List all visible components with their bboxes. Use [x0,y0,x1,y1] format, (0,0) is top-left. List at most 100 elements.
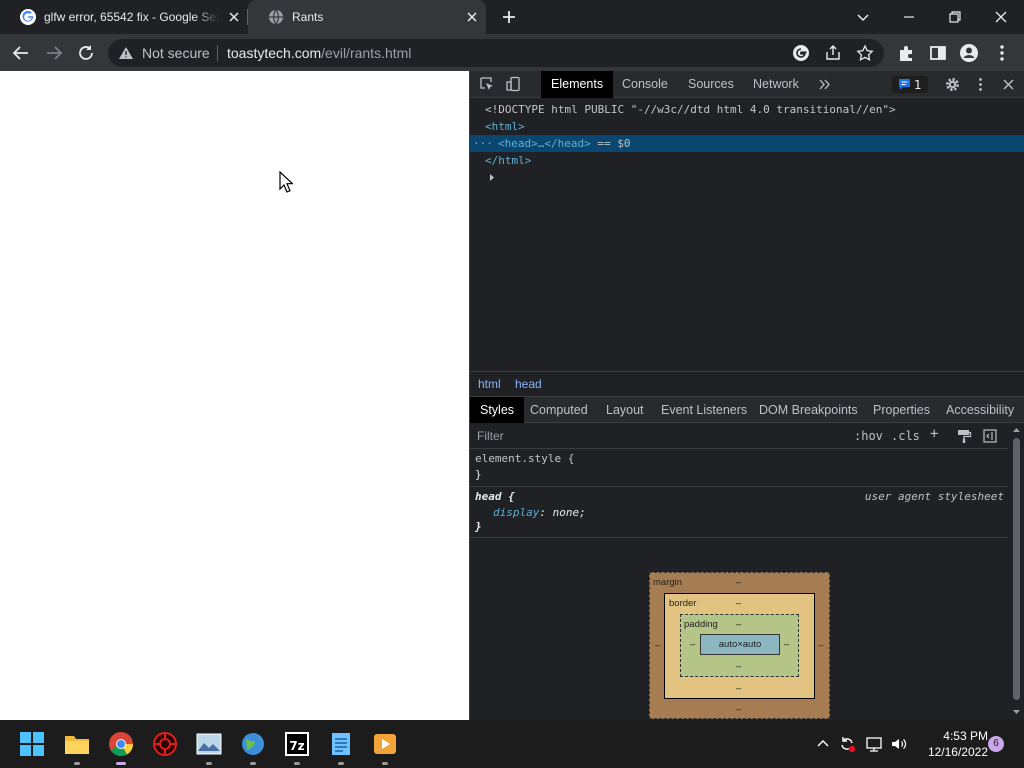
margin-left-value[interactable]: – [655,640,660,651]
restore-icon[interactable] [944,6,966,28]
network-monitor-icon[interactable] [865,735,883,753]
issues-chat-icon [898,78,911,91]
box-model-padding[interactable]: padding – – – – auto×auto [680,614,799,677]
windows-start-icon[interactable] [19,731,45,757]
settings-gear-icon[interactable] [944,76,961,93]
element-style-rule[interactable]: element.style { } [470,450,1008,487]
volume-speaker-icon[interactable] [890,735,908,753]
class-toggle[interactable]: .cls [891,429,920,443]
styles-filter-input[interactable]: Filter [474,427,844,446]
sync-alert-icon[interactable] [838,735,856,753]
close-tab-icon[interactable] [226,9,242,25]
chrome-menu-icon[interactable] [991,42,1013,64]
minimize-icon[interactable] [898,6,920,28]
border-bottom-value[interactable]: – [736,683,741,694]
security-label[interactable]: Not secure [142,45,210,61]
breadcrumb-html[interactable]: html [478,377,501,391]
box-model-content[interactable]: auto×auto [700,634,780,655]
tab-console[interactable]: Console [612,71,678,98]
tab-properties[interactable]: Properties [863,397,940,423]
tab-rants[interactable]: Rants [248,0,486,34]
tab-styles[interactable]: Styles [470,397,525,423]
browser-toolbar: Not secure toastytech.com/evil/rants.htm… [0,34,1024,71]
issues-badge[interactable]: 1 [892,76,928,93]
running-indicator [74,762,80,765]
globe-app-icon[interactable] [240,731,266,757]
scroll-thumb[interactable] [1013,438,1020,700]
padding-left-value[interactable]: – [690,639,695,650]
profile-avatar-icon[interactable] [958,42,980,64]
padding-right-value[interactable]: – [784,639,789,650]
clock-time: 4:53 PM [943,729,988,743]
dom-line-doctype[interactable]: <!DOCTYPE html PUBLIC "-//w3c//dtd html … [470,101,1024,118]
google-g-icon [20,9,36,25]
tab-network[interactable]: Network [743,71,809,98]
address-bar[interactable]: Not secure toastytech.com/evil/rants.htm… [108,39,884,67]
tab-google-search[interactable]: glfw error, 65542 fix - Google Search [0,0,248,34]
close-tab-icon[interactable] [464,9,480,25]
page-viewport[interactable] [0,71,469,720]
tab-dom-breakpoints[interactable]: DOM Breakpoints [749,397,868,423]
warning-triangle-icon[interactable] [118,45,134,61]
media-player-icon[interactable] [372,731,398,757]
paint-roller-icon[interactable] [956,428,972,444]
border-label: border [669,598,697,609]
devtools-menu-icon[interactable] [972,76,989,93]
ua-head-rule[interactable]: head { user agent stylesheet display: no… [470,487,1008,538]
side-panel-icon[interactable] [927,42,949,64]
tab-search-chevron-down-icon[interactable] [852,6,874,28]
red-app-icon[interactable] [152,731,178,757]
dom-tree[interactable]: <!DOCTYPE html PUBLIC "-//w3c//dtd html … [470,99,1024,371]
notepad-icon[interactable] [328,731,354,757]
inspect-element-icon[interactable] [479,76,496,93]
padding-top-value[interactable]: – [736,619,741,630]
box-model-border[interactable]: border – – padding – – – – auto×auto [664,593,815,699]
notification-count-badge[interactable]: 6 [988,736,1004,752]
tab-layout[interactable]: Layout [596,397,654,423]
display-declaration[interactable]: display: none; [493,506,586,519]
share-icon[interactable] [824,44,842,62]
new-style-rule-button[interactable]: + [930,426,938,442]
breadcrumb-head[interactable]: head [515,377,542,391]
bookmark-star-icon[interactable] [856,44,874,62]
tab-accessibility[interactable]: Accessibility [936,397,1024,423]
running-indicator [294,762,300,765]
photo-app-icon[interactable] [196,731,222,757]
margin-bottom-value[interactable]: – [736,704,741,715]
forward-arrow-icon[interactable] [43,42,65,64]
more-tabs-chevron-icon[interactable] [816,76,833,93]
toggle-sidebar-icon[interactable] [982,428,998,444]
margin-top-value[interactable]: – [736,577,741,588]
margin-right-value[interactable]: – [818,640,823,651]
close-devtools-icon[interactable] [1000,76,1017,93]
border-top-value[interactable]: – [736,598,741,609]
dom-line-html-open[interactable]: <html> [470,118,1024,135]
google-lens-icon[interactable] [792,44,810,62]
chrome-icon[interactable] [108,731,134,757]
tab-elements[interactable]: Elements [541,71,614,98]
system-clock[interactable]: 4:53 PM 12/16/2022 [912,728,988,760]
device-toolbar-icon[interactable] [505,76,522,93]
tab-sources[interactable]: Sources [678,71,744,98]
dom-line-html-close[interactable]: </html> [470,152,1024,169]
tab-event-listeners[interactable]: Event Listeners [651,397,757,423]
tray-overflow-chevron-up-icon[interactable] [814,735,832,753]
close-window-icon[interactable] [990,6,1012,28]
styles-scrollbar[interactable] [1008,424,1024,720]
new-tab-icon[interactable] [500,8,518,26]
dom-line-head-selected[interactable]: ··· <head>…</head> == $0 [470,135,1024,181]
selected-node-marker: == $0 [597,137,631,150]
back-arrow-icon[interactable] [10,42,32,64]
scroll-up-arrow-icon[interactable] [1012,426,1021,434]
hover-state-toggle[interactable]: :hov [854,429,883,443]
extensions-puzzle-icon[interactable] [895,42,917,64]
box-model-margin[interactable]: margin – – – – border – – padding – – – … [649,572,830,719]
reload-icon[interactable] [75,42,97,64]
running-indicator [250,762,256,765]
url-text[interactable]: toastytech.com/evil/rants.html [227,45,411,61]
7zip-icon[interactable]: 7z [284,731,310,757]
scroll-down-arrow-icon[interactable] [1012,708,1021,716]
tab-computed[interactable]: Computed [520,397,598,423]
file-explorer-icon[interactable] [64,731,90,757]
padding-bottom-value[interactable]: – [736,661,741,672]
